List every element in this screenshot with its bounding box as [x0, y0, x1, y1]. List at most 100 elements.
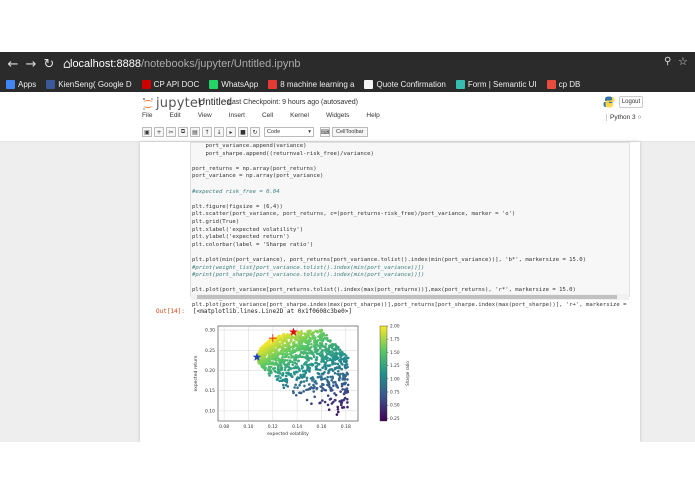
scatter-point: [268, 362, 271, 365]
scatter-point: [293, 372, 296, 376]
scatter-point: [296, 354, 300, 358]
menu-item-insert[interactable]: Insert: [229, 112, 245, 124]
scatter-point: [284, 374, 288, 378]
menu-item-help[interactable]: Help: [366, 112, 379, 124]
scatter-point: [308, 331, 311, 335]
star-icon[interactable]: ☆: [678, 55, 688, 68]
move-down-icon[interactable]: ↓: [214, 127, 224, 137]
bookmark-item[interactable]: WhatsApp: [209, 79, 259, 89]
code-line: plt.figure(figsize = (6,4)): [192, 203, 283, 210]
horizontal-scrollbar[interactable]: [191, 294, 629, 300]
scatter-point: [288, 359, 292, 362]
address-bar[interactable]: localhost:8888/notebooks/jupyter/Untitle…: [70, 55, 690, 73]
scatter-point: [282, 386, 286, 390]
scatter-point: [272, 358, 275, 361]
scatter-point: [327, 381, 331, 385]
bookmark-label: WhatsApp: [221, 79, 259, 89]
scatter-point: [293, 386, 296, 389]
menu-item-file[interactable]: File: [142, 112, 152, 124]
scatter-point: [286, 333, 290, 337]
scatter-point: [302, 340, 306, 343]
scatter-point: [295, 370, 299, 374]
bookmark-item[interactable]: cp DB: [546, 79, 580, 89]
scatter-point: [302, 363, 306, 366]
forward-icon[interactable]: →: [22, 57, 40, 72]
scatter-point: [341, 387, 344, 391]
scatter-point: [277, 374, 280, 378]
scatter-point: [285, 365, 289, 368]
scatter-point: [318, 344, 322, 348]
stop-icon[interactable]: ■: [238, 127, 248, 137]
scatter-point: [343, 391, 347, 395]
bookmark-item[interactable]: KienSeng( Google D: [46, 79, 132, 89]
menu-item-edit[interactable]: Edit: [169, 112, 180, 124]
save-icon[interactable]: ▣: [142, 127, 152, 137]
scatter-point: [302, 390, 305, 393]
restart-icon[interactable]: ↻: [250, 127, 260, 137]
search-icon[interactable]: ⚲: [664, 56, 671, 67]
url-path: /notebooks/jupyter/Untitled.ipynb: [140, 58, 301, 70]
scatter-point: [336, 407, 340, 411]
bookmark-item[interactable]: Apps: [6, 79, 36, 89]
scatter-point: [271, 362, 275, 366]
scatter-point: [310, 402, 313, 406]
cell-type-value: Code: [267, 129, 281, 135]
scatter-point: [346, 390, 350, 394]
add-cell-icon[interactable]: +: [154, 127, 164, 137]
copy-icon[interactable]: ⧉: [178, 127, 188, 137]
paste-icon[interactable]: ▤: [190, 127, 200, 137]
scatter-point: [320, 360, 323, 363]
scatter-point: [316, 348, 319, 352]
scatter-point: [315, 361, 318, 365]
scatter-point: [287, 355, 291, 359]
bookmark-item[interactable]: CP API DOC: [141, 79, 199, 89]
colorbar-tick-label: 2.00: [390, 324, 400, 330]
scatter-point: [302, 336, 305, 339]
move-up-icon[interactable]: ↑: [202, 127, 212, 137]
scatter-point: [322, 345, 326, 348]
logout-button[interactable]: Logout: [619, 96, 643, 108]
scatter-point: [300, 364, 304, 368]
notebook-name[interactable]: Untitled: [198, 97, 232, 108]
scatter-point: [314, 351, 318, 354]
scatter-point: [316, 368, 320, 371]
scatter-point: [322, 356, 326, 359]
colorbar: [379, 325, 388, 422]
scatter-point: [318, 328, 322, 332]
jupyter-logo[interactable]: jupyter: [142, 96, 204, 111]
cut-icon[interactable]: ✂: [166, 127, 176, 137]
scatter-point: [314, 336, 317, 339]
scatter-point: [303, 373, 306, 376]
scatter-point: [315, 387, 318, 391]
scatter-point: [333, 392, 336, 395]
scatter-point: [332, 347, 336, 351]
bookmark-item[interactable]: Form | Semantic UI: [455, 79, 537, 89]
cell-type-select[interactable]: Code ▾: [264, 127, 314, 137]
bookmark-item[interactable]: 8 machine learning a: [268, 79, 354, 89]
scatter-point: [278, 379, 281, 383]
menu-item-kernel[interactable]: Kernel: [290, 112, 309, 124]
scatter-point: [291, 390, 295, 393]
menu-item-view[interactable]: View: [198, 112, 212, 124]
code-editor[interactable]: port_variance.append(variance) port_shar…: [192, 143, 628, 310]
run-icon[interactable]: ▸: [226, 127, 236, 137]
menu-item-widgets[interactable]: Widgets: [326, 112, 349, 124]
scatter-point: [336, 405, 340, 409]
notebook-toolbar: ▣ + ✂ ⧉ ▤ ↑ ↓ ▸ ■ ↻ Code ▾ ⌨ CellToolbar: [142, 126, 368, 138]
scatter-point: [334, 362, 337, 365]
scatter-point: [346, 405, 349, 409]
cell-toolbar-button[interactable]: CellToolbar: [332, 127, 368, 137]
keyboard-icon[interactable]: ⌨: [320, 127, 330, 137]
y-tick-label: 0.10: [205, 408, 215, 414]
scatter-point: [293, 358, 296, 362]
back-icon[interactable]: ←: [4, 57, 22, 72]
menu-item-cell[interactable]: Cell: [262, 112, 273, 124]
reload-icon[interactable]: ↻: [40, 57, 58, 72]
scatter-point: [290, 354, 294, 358]
scrollbar-thumb[interactable]: [197, 295, 617, 299]
window-bottom-area: [0, 442, 695, 494]
code-line: port_variance.append(variance): [192, 143, 307, 149]
scatter-point: [321, 399, 324, 402]
bookmark-item[interactable]: Quote Confirmation: [364, 79, 446, 89]
scatter-point: [287, 342, 291, 346]
